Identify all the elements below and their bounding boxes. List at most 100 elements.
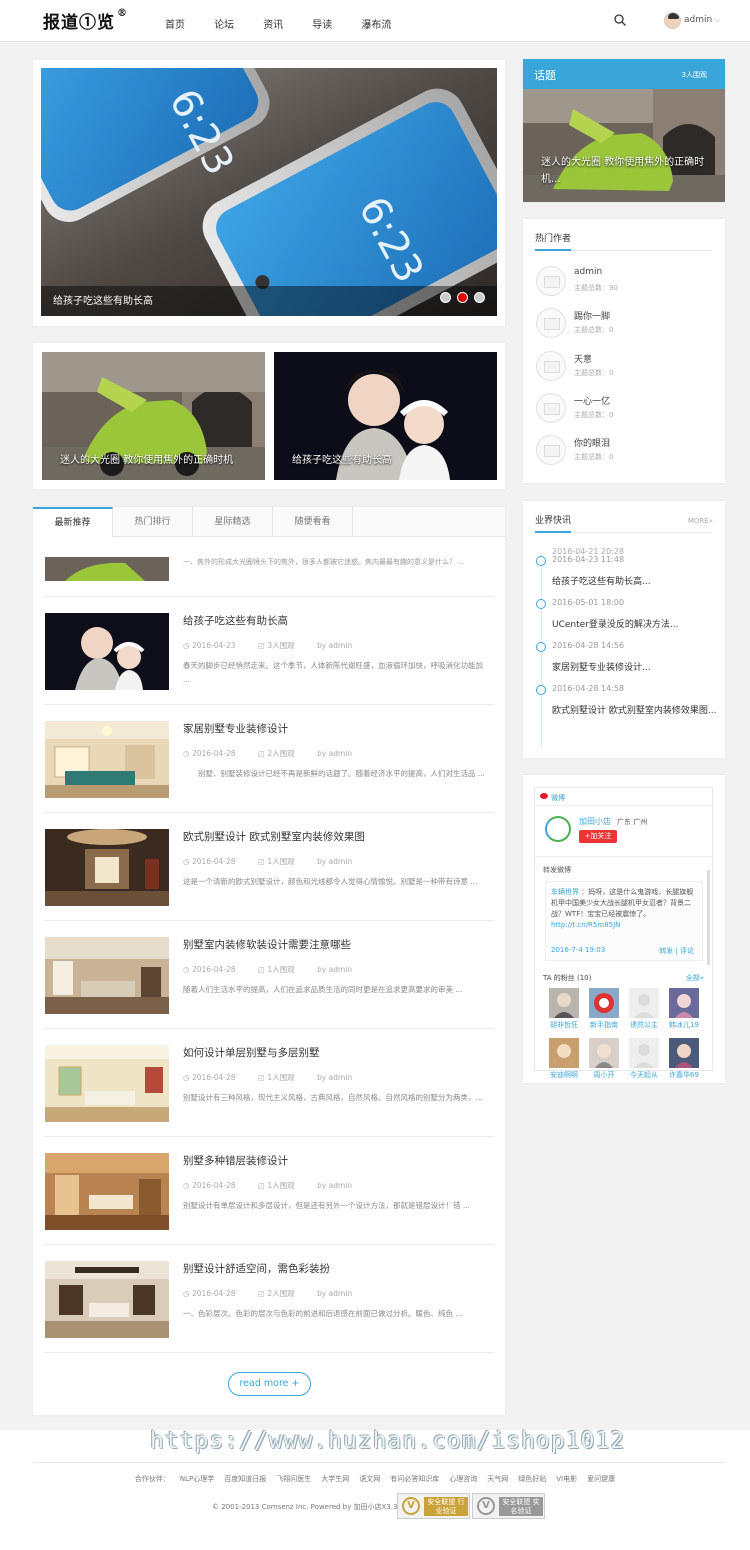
author-item[interactable]: admin 主题总数：90 [536, 266, 716, 298]
avatar[interactable] [536, 308, 566, 338]
avatar[interactable] [589, 988, 619, 1018]
avatar[interactable] [549, 1038, 579, 1068]
avatar[interactable] [669, 1038, 699, 1068]
search-icon[interactable] [614, 14, 626, 26]
post-author[interactable]: 车辆世界 [551, 888, 579, 896]
fan-item[interactable]: 韩冰儿19 [668, 988, 700, 1032]
avatar[interactable] [536, 266, 566, 296]
slide-image[interactable]: 6:23 6:23 给孩子吃这些有助长高 [41, 68, 497, 316]
article-title[interactable]: 给孩子吃这些有助长高 [183, 613, 288, 628]
fans-all-link[interactable]: 全部» [686, 973, 704, 983]
partner-link[interactable]: 飞翔问医生 [276, 1475, 311, 1483]
article-thumb[interactable] [45, 1045, 169, 1122]
article-author: by admin [317, 965, 353, 974]
author-item[interactable]: 一心一亿 主题总数：0 [536, 393, 716, 425]
nav-waterfall[interactable]: 瀑布流 [361, 16, 391, 31]
article-thumb[interactable] [45, 721, 169, 798]
user-avatar[interactable] [664, 12, 681, 29]
post-time[interactable]: 2016-7-4 19:03 [551, 946, 605, 954]
avatar[interactable] [536, 393, 566, 423]
more-link[interactable]: MORE» [688, 517, 713, 525]
scrollbar[interactable] [707, 870, 710, 965]
partner-link[interactable]: NLP心理学 [180, 1475, 214, 1483]
weibo-account-name[interactable]: 加田小店 [579, 816, 611, 827]
article-snippet: 一、焦外的形成大光圈镜头下的焦外，很多人都被它迷惑。焦内最最有趣的意义是什么？ … [183, 558, 465, 566]
fan-item[interactable]: 今天起从 [628, 1038, 660, 1082]
article-title[interactable]: 别墅多种错层装修设计 [183, 1153, 288, 1168]
news-link[interactable]: UCenter登录没反的解决方法... [552, 617, 717, 633]
author-name[interactable]: 天意 [574, 352, 592, 365]
avatar[interactable] [536, 435, 566, 465]
post-link[interactable]: http://t.cn/R5m85JN [551, 921, 620, 929]
tab-random[interactable]: 随便看看 [273, 507, 353, 537]
article-thumb[interactable] [45, 1261, 169, 1338]
author-item[interactable]: 踢你一脚 主题总数：0 [536, 308, 716, 340]
nav-forum[interactable]: 论坛 [214, 16, 234, 31]
slide-dot-active[interactable] [457, 292, 468, 303]
partner-link[interactable]: 爱问健康 [587, 1475, 615, 1483]
site-logo[interactable]: 报道①览 ® [43, 8, 128, 33]
avatar[interactable] [549, 988, 579, 1018]
security-badge[interactable]: V 安全联盟 实名验证 [472, 1493, 545, 1519]
news-link[interactable]: 给孩子吃这些有助长高... [552, 574, 717, 590]
slide-dot[interactable] [474, 292, 485, 303]
article-thumb[interactable] [45, 613, 169, 690]
featured-kids-title[interactable]: 给孩子吃这些有助长高 [292, 451, 392, 466]
nav-home[interactable]: 首页 [165, 16, 185, 31]
partner-link[interactable]: 大学生网 [321, 1475, 349, 1483]
security-badge[interactable]: V 安全联盟 行业验证 [397, 1493, 470, 1519]
article-title[interactable]: 家居别墅专业装修设计 [183, 721, 288, 736]
author-item[interactable]: 你的眼泪 主题总数：0 [536, 435, 716, 467]
fan-item[interactable]: 胡非哲狂 [548, 988, 580, 1032]
avatar[interactable] [629, 1038, 659, 1068]
user-menu[interactable]: admin ⌵ [684, 15, 720, 25]
partner-link[interactable]: 天气网 [487, 1475, 508, 1483]
article-title[interactable]: 欧式别墅设计 欧式别墅室内装修效果图 [183, 829, 365, 844]
partner-link[interactable]: 心理咨询 [449, 1475, 477, 1483]
tab-picks[interactable]: 星际精选 [193, 507, 273, 537]
news-link[interactable]: 家居别墅专业装修设计... [552, 660, 717, 676]
nav-guide[interactable]: 导读 [312, 16, 332, 31]
author-name[interactable]: admin [574, 267, 602, 277]
fan-item[interactable]: 许嘉华69 [668, 1038, 700, 1082]
author-name[interactable]: 一心一亿 [574, 394, 610, 407]
fan-item[interactable]: 周小开 [588, 1038, 620, 1082]
post-actions[interactable]: 转发 | 评论 [659, 946, 694, 956]
partner-link[interactable]: VI电影 [556, 1475, 577, 1483]
author-name[interactable]: 踢你一脚 [574, 309, 610, 322]
avatar[interactable] [536, 351, 566, 381]
fan-item[interactable]: 诱然公主 [628, 988, 660, 1032]
partner-link[interactable]: 有问必答知识库 [390, 1475, 439, 1483]
shop-logo-icon[interactable] [545, 816, 571, 842]
tab-latest[interactable]: 最新推荐 [33, 507, 113, 538]
author-name[interactable]: 你的眼泪 [574, 436, 610, 449]
fan-item[interactable]: 安迪啊啊 [548, 1038, 580, 1082]
slide-dot[interactable] [440, 292, 451, 303]
partner-link[interactable]: 语文网 [359, 1475, 380, 1483]
article-title[interactable]: 别墅设计舒适空间，需色彩装扮 [183, 1261, 330, 1276]
nav-news[interactable]: 资讯 [263, 16, 283, 31]
avatar[interactable] [669, 988, 699, 1018]
featured-car[interactable]: 迷人的大光圈 教你使用焦外的正确时机 [42, 352, 265, 480]
article-thumb[interactable] [45, 937, 169, 1014]
article-thumb[interactable] [45, 1153, 169, 1230]
author-item[interactable]: 天意 主题总数：0 [536, 351, 716, 383]
avatar[interactable] [629, 988, 659, 1018]
eye-icon: ◰ 1人围观 [257, 965, 295, 974]
follow-button[interactable]: +加关注 [579, 830, 617, 843]
featured-car-title[interactable]: 迷人的大光圈 教你使用焦外的正确时机 [60, 451, 233, 466]
slide-title[interactable]: 给孩子吃这些有助长高 [53, 292, 153, 307]
article-thumb[interactable] [45, 829, 169, 906]
fan-item[interactable]: 新手指南 [588, 988, 620, 1032]
news-link[interactable]: 欧式别墅设计 欧式别墅室内装修效果图... [552, 703, 717, 719]
partner-link[interactable]: 绿色好贴 [518, 1475, 546, 1483]
tab-hot[interactable]: 热门排行 [113, 507, 193, 537]
article-title[interactable]: 别墅室内装修软装设计需要注意哪些 [183, 937, 351, 952]
partner-link[interactable]: 百度知道日报 [224, 1475, 266, 1483]
featured-kids[interactable]: 给孩子吃这些有助长高 [274, 352, 497, 480]
article-title[interactable]: 如何设计单层别墅与多层别墅 [183, 1045, 320, 1060]
avatar[interactable] [589, 1038, 619, 1068]
article-thumb[interactable] [45, 557, 169, 581]
read-more-button[interactable]: read more + [228, 1372, 311, 1396]
topic-caption[interactable]: 迷人的大光圈 教你使用焦外的正确时机... [541, 154, 709, 188]
